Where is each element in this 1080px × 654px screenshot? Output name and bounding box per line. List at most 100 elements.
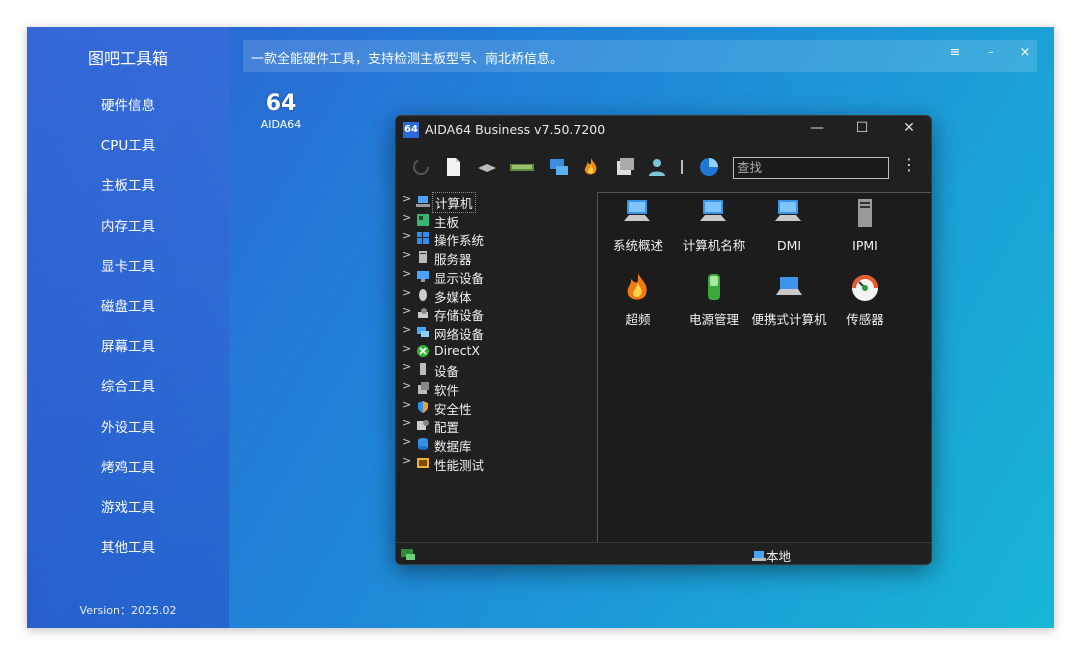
sidebar-item[interactable]: 屏幕工具 [27, 335, 229, 355]
tree-item[interactable]: > DirectX [402, 342, 592, 360]
tree-item-label: 配置 [434, 420, 460, 436]
minimize-button[interactable]: - [981, 45, 1001, 60]
aida64-desktop-icon[interactable]: 64 AIDA64 [259, 91, 303, 131]
laptop-icon [776, 277, 802, 295]
panel-item[interactable]: 计算机名称 [676, 197, 752, 254]
status-location: 本地 [752, 546, 792, 564]
sidebar-item[interactable]: 综合工具 [27, 375, 229, 395]
tree-item[interactable]: > 显示设备 [402, 267, 592, 286]
tree-item[interactable]: > 设备 [402, 360, 592, 379]
refresh-icon[interactable] [410, 156, 432, 178]
sidebar-item[interactable]: 游戏工具 [27, 496, 229, 516]
local-computer-icon [752, 551, 766, 561]
chevron-right-icon[interactable]: > [402, 416, 411, 429]
chevron-right-icon[interactable]: > [402, 267, 411, 280]
panel-item[interactable]: IPMI [827, 197, 903, 254]
close-button[interactable]: × [1015, 45, 1035, 60]
chevron-right-icon[interactable]: > [402, 248, 411, 261]
sidebar-item[interactable]: 显卡工具 [27, 255, 229, 275]
server-icon [419, 251, 427, 264]
user-icon[interactable] [646, 156, 668, 178]
device-icon [420, 363, 426, 376]
chevron-right-icon[interactable]: > [402, 192, 411, 205]
chevron-right-icon[interactable]: > [402, 435, 411, 448]
chevron-right-icon[interactable]: > [402, 211, 411, 224]
tree-item-label: 安全性 [434, 401, 472, 417]
disk-icon[interactable] [698, 156, 720, 178]
report-icon[interactable] [442, 156, 464, 178]
tree-item[interactable]: > 性能测试 [402, 454, 592, 473]
tree-item[interactable]: > 配置 [402, 416, 592, 436]
network-icon[interactable] [548, 156, 570, 178]
computer-icon [700, 200, 726, 221]
toolbar-separator [681, 160, 683, 174]
tree-item-label: 存储设备 [434, 308, 485, 324]
gauge-icon [852, 275, 878, 301]
computer-icon [775, 200, 801, 221]
chevron-right-icon[interactable]: > [402, 360, 411, 373]
tree-item[interactable]: > 服务器 [402, 248, 592, 267]
search-input[interactable]: 查找 [733, 157, 889, 179]
tree-item[interactable]: > 存储设备 [402, 304, 592, 324]
chevron-right-icon[interactable]: > [402, 304, 411, 317]
panel-item[interactable]: DMI [751, 197, 827, 254]
menu-button[interactable]: ≡ [945, 45, 965, 60]
app-window: 图吧工具箱 硬件信息 CPU工具 主板工具 内存工具 显卡工具 磁盘工具 屏幕工具 综合工具外… [27, 27, 1054, 628]
panel-item[interactable]: 传感器 [827, 271, 903, 328]
panel-item[interactable]: 便携式计算机 [751, 271, 827, 328]
panel-item[interactable]: 超频 [600, 271, 676, 328]
tree-item-label: 数据库 [434, 439, 472, 455]
panel-item-label: 超频 [625, 312, 651, 327]
sidebar-item[interactable]: 硬件信息 [27, 94, 229, 114]
database-icon [418, 438, 428, 451]
display-icon [417, 270, 429, 282]
chevron-right-icon[interactable]: > [402, 379, 411, 392]
sidebar-item[interactable]: CPU工具 [27, 134, 229, 154]
tree-item-label: 性能测试 [434, 457, 485, 473]
aida-close-button[interactable]: ✕ [898, 120, 920, 136]
more-menu-icon[interactable]: ⋮ [901, 155, 917, 174]
tree-item[interactable]: > 安全性 [402, 398, 592, 417]
windows-icon [417, 232, 429, 245]
chevron-right-icon[interactable]: > [402, 323, 411, 336]
status-bar: 本地 [396, 542, 931, 564]
chevron-right-icon[interactable]: > [402, 286, 411, 299]
panel-item[interactable]: 电源管理 [676, 271, 752, 328]
memory-icon[interactable] [508, 156, 536, 178]
description-bar: 一款全能硬件工具，支持检测主板型号、南北桥信息。 ≡ - × [243, 40, 1037, 72]
motherboard-icon [417, 213, 429, 226]
sidebar-item[interactable]: 磁盘工具 [27, 295, 229, 315]
tree-item[interactable]: > 计算机 [402, 192, 592, 213]
chevron-right-icon[interactable]: > [402, 454, 411, 467]
tree-item[interactable]: > 多媒体 [402, 286, 592, 305]
tree-item[interactable]: > 数据库 [402, 435, 592, 455]
chevron-right-icon[interactable]: > [402, 398, 411, 411]
chevron-right-icon[interactable]: > [402, 342, 411, 355]
network-icon [417, 326, 429, 337]
status-location-label: 本地 [766, 549, 792, 564]
tree-item[interactable]: > 操作系统 [402, 229, 592, 248]
panel-item-label: 电源管理 [688, 312, 739, 327]
motherboard-icon[interactable] [476, 156, 498, 178]
software-icon[interactable] [614, 156, 636, 178]
aida-minimize-button[interactable]: — [806, 120, 828, 136]
sidebar-item[interactable]: 外设工具 [27, 416, 229, 436]
aida-toolbar: 查找 ⋮ [396, 152, 931, 184]
chevron-right-icon[interactable]: > [402, 229, 411, 242]
sidebar-item[interactable]: 烤鸡工具 [27, 456, 229, 476]
sidebar-item[interactable]: 内存工具 [27, 215, 229, 235]
version-label: Version：2025.02 [79, 604, 177, 617]
storage-icon [418, 308, 428, 319]
sidebar-item[interactable]: 其他工具 [27, 536, 229, 556]
tree-item[interactable]: > 网络设备 [402, 323, 592, 342]
config-icon [417, 420, 429, 431]
sidebar-item[interactable]: 主板工具 [27, 174, 229, 194]
aida-maximize-button[interactable]: ☐ [851, 120, 873, 136]
flame-icon[interactable] [580, 156, 602, 178]
tree-item[interactable]: > 主板 [402, 211, 592, 230]
tree-item-label: 主板 [434, 214, 460, 230]
panel-item[interactable]: 系统概述 [600, 197, 676, 254]
tree-item[interactable]: > 软件 [402, 379, 592, 398]
sidebar: 图吧工具箱 硬件信息 CPU工具 主板工具 内存工具 显卡工具 磁盘工具 屏幕工具 综合工具外… [27, 27, 229, 628]
panel-item-label: IPMI [852, 238, 878, 253]
